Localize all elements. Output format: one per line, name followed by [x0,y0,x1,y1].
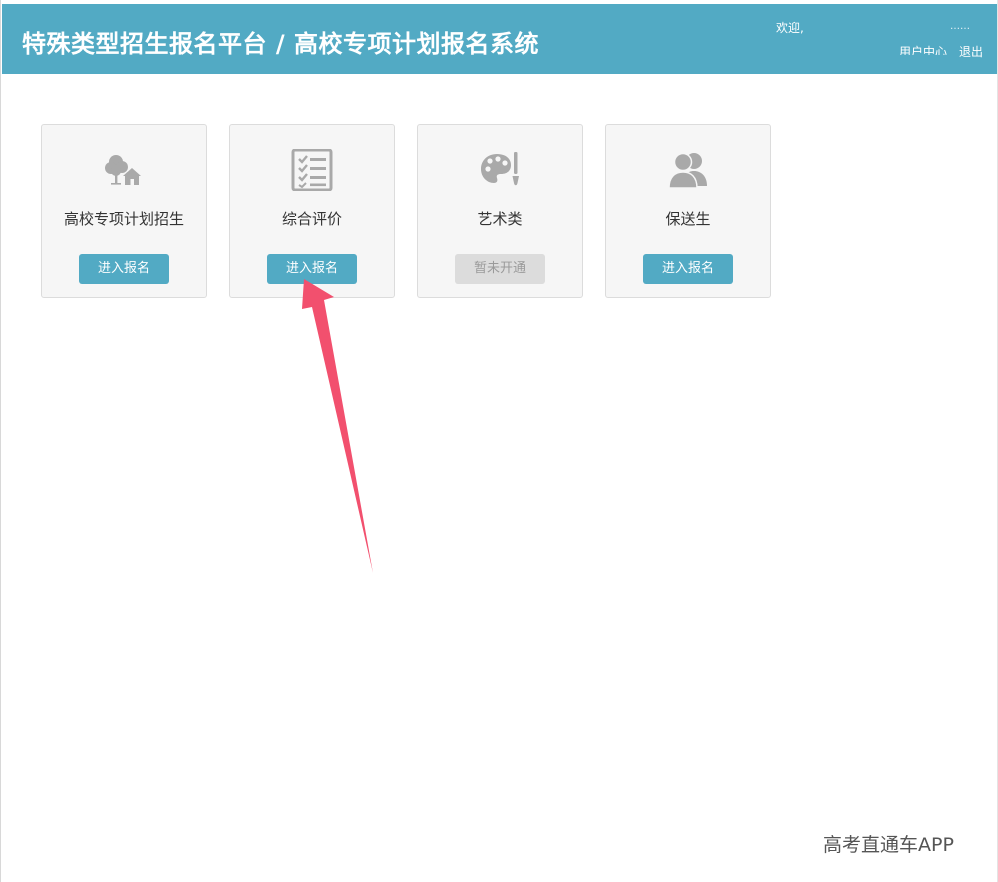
enroll-button[interactable]: 进入报名 [267,254,357,284]
page: 特殊类型招生报名平台 / 高校专项计划报名系统 欢迎, …… 用户中心 退出 高… [0,0,998,882]
site-title: 特殊类型招生报名平台 / 高校专项计划报名系统 [22,30,539,58]
checklist-icon [291,149,333,191]
watermark-text: 高考直通车APP [823,834,954,856]
username-placeholder: …… [950,21,970,32]
logout-link[interactable]: 退出 [959,43,983,60]
card-art: 艺术类 暂未开通 [417,124,583,298]
palette-icon [481,152,519,186]
enroll-button[interactable]: 进入报名 [79,254,169,284]
welcome-text: 欢迎, [776,21,804,35]
tree-house-icon [105,155,141,185]
card-title: 高校专项计划招生 [63,210,184,228]
user-center-link[interactable]: 用户中心 [899,43,947,55]
card-title: 综合评价 [281,210,342,228]
card-title: 艺术类 [477,210,523,228]
card-comprehensive-evaluation: 综合评价 进入报名 [229,124,395,298]
enroll-button[interactable]: 进入报名 [643,254,733,284]
card-recommended-student: 保送生 进入报名 [605,124,771,298]
card-special-plan: 高校专项计划招生 进入报名 [41,124,207,298]
card-title: 保送生 [665,210,711,228]
users-icon [668,152,707,189]
header-bar: 特殊类型招生报名平台 / 高校专项计划报名系统 欢迎, …… 用户中心 退出 [2,4,997,74]
not-open-button: 暂未开通 [455,254,545,284]
